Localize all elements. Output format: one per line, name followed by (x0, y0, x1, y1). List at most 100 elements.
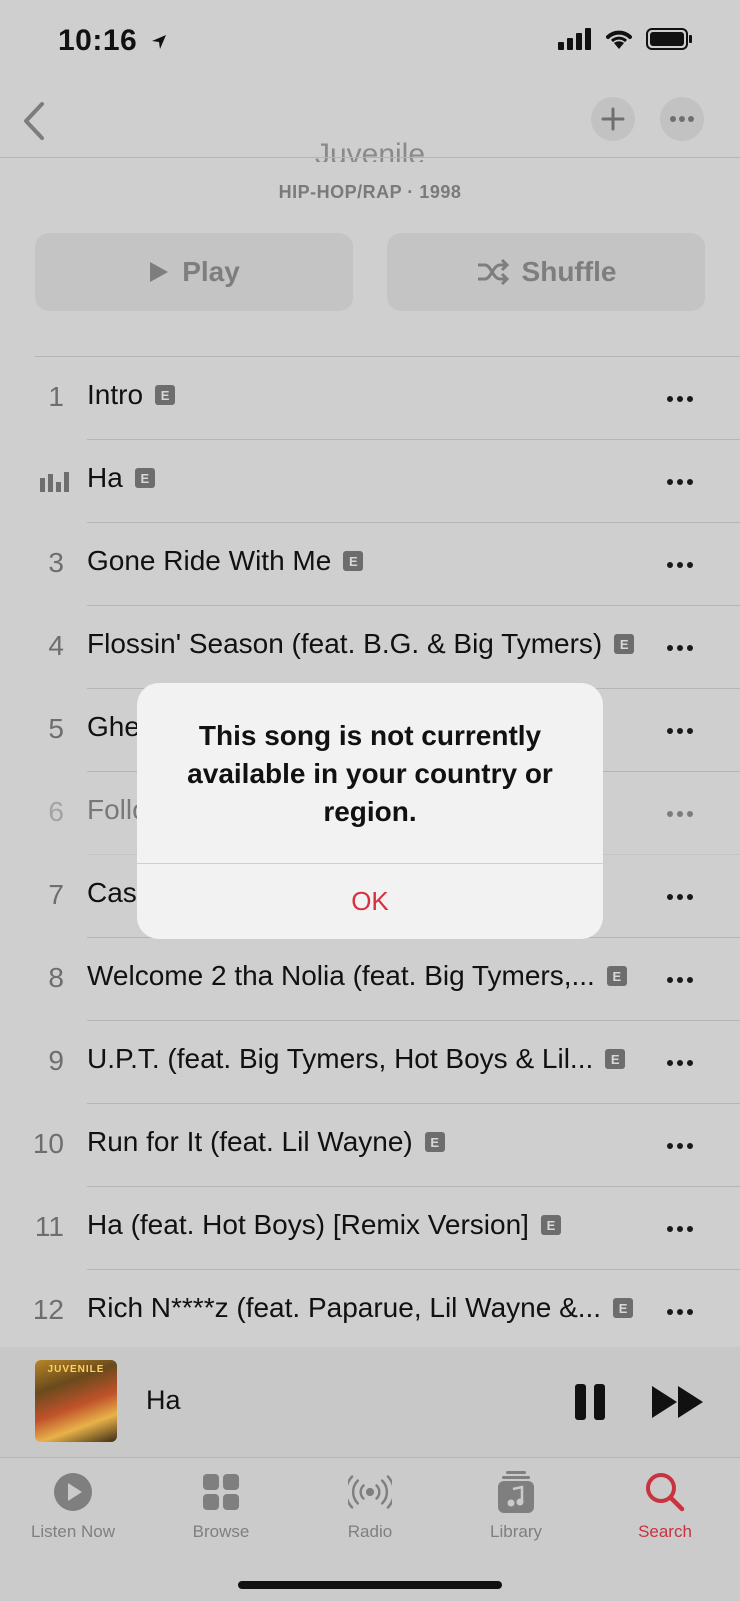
ellipsis-dot (677, 811, 683, 817)
ellipsis-dot (667, 645, 673, 651)
track-more-button[interactable] (664, 385, 696, 413)
explicit-badge: E (614, 634, 635, 654)
now-playing-title: Ha (146, 1385, 181, 1415)
track-more-button[interactable] (664, 966, 696, 994)
tab-listen-now[interactable]: Listen Now (3, 1470, 143, 1542)
track-title: Ghe (87, 711, 140, 742)
track-row[interactable]: 10 Run for It (feat. Lil Wayne) E (0, 1104, 740, 1187)
track-title: Run for It (feat. Lil Wayne) (87, 1126, 413, 1157)
tab-search[interactable]: Search (595, 1470, 735, 1542)
shuffle-label: Shuffle (521, 256, 617, 287)
track-more-button[interactable] (664, 883, 696, 911)
signal-icon (558, 28, 591, 50)
track-title: Intro (87, 379, 144, 410)
battery-icon (646, 28, 692, 50)
track-row[interactable]: 9 U.P.T. (feat. Big Tymers, Hot Boys & Li… (0, 1021, 740, 1104)
track-row[interactable]: 12 Rich N****z (feat. Paparue, Lil Wayne … (0, 1270, 740, 1353)
ellipsis-dot (667, 1226, 673, 1232)
track-more-button[interactable] (664, 1132, 696, 1160)
track-number: 5 (48, 713, 64, 744)
ellipsis-dot (677, 396, 683, 402)
ellipsis-dot (667, 479, 673, 485)
explicit-badge: E (613, 1298, 634, 1318)
track-title-group: Ha E (87, 462, 656, 494)
play-button[interactable]: Play (35, 233, 353, 311)
ellipsis-dot (687, 894, 693, 900)
more-options-button[interactable] (660, 97, 704, 141)
track-title-group: Run for It (feat. Lil Wayne) E (87, 1126, 656, 1158)
grid-icon (203, 1474, 239, 1510)
library-icon (498, 1471, 534, 1513)
ellipsis-dot (687, 396, 693, 402)
track-row[interactable]: 4 Flossin' Season (feat. B.G. & Big Tymer… (0, 606, 740, 689)
album-art-text: JUVENILE (47, 1364, 105, 1375)
status-time-text: 10:16 (58, 24, 138, 57)
track-more-button[interactable] (664, 634, 696, 662)
ellipsis-dot (687, 1060, 693, 1066)
track-row[interactable]: 11 Ha (feat. Hot Boys) [Remix Version] E (0, 1187, 740, 1270)
tab-radio[interactable]: Radio (300, 1470, 440, 1542)
ellipsis-dot (677, 1309, 683, 1315)
mini-player[interactable]: JUVENILE Ha (0, 1347, 740, 1457)
ellipsis-dot (667, 811, 673, 817)
ellipsis-dot (667, 562, 673, 568)
ellipsis-icon (670, 116, 694, 122)
track-more-button[interactable] (664, 717, 696, 745)
track-row[interactable]: 8 Welcome 2 tha Nolia (feat. Big Tymers,.… (0, 938, 740, 1021)
explicit-badge: E (134, 468, 155, 488)
track-title: Rich N****z (feat. Paparue, Lil Wayne &.… (87, 1292, 602, 1323)
shuffle-button[interactable]: Shuffle (387, 233, 705, 311)
track-more-button[interactable] (664, 1298, 696, 1326)
track-number: 1 (48, 381, 64, 412)
ellipsis-dot (677, 645, 683, 651)
track-title: Ha (87, 462, 123, 493)
explicit-badge: E (605, 1049, 626, 1069)
track-more-button[interactable] (664, 551, 696, 579)
album-art-thumbnail[interactable]: JUVENILE (35, 1360, 117, 1442)
explicit-badge: E (155, 385, 176, 405)
track-more-button[interactable] (664, 1215, 696, 1243)
pause-bar-right (594, 1384, 605, 1420)
ellipsis-dot (667, 1060, 673, 1066)
tab-library[interactable]: Library (446, 1470, 586, 1542)
ellipsis-dot (687, 1226, 693, 1232)
fast-forward-icon[interactable] (650, 1384, 706, 1420)
track-row[interactable]: 1 Intro E (0, 357, 740, 440)
alert-message: This song is not currently available in … (187, 720, 553, 827)
track-more-button[interactable] (664, 1049, 696, 1077)
ellipsis-dot (687, 1309, 693, 1315)
tab-browse[interactable]: Browse (151, 1470, 291, 1542)
ellipsis-dot (677, 562, 683, 568)
tab-label-search: Search (638, 1522, 692, 1541)
ellipsis-dot (667, 396, 673, 402)
ellipsis-dot (667, 728, 673, 734)
unavailable-alert: This song is not currently available in … (137, 683, 603, 939)
pause-button[interactable] (575, 1384, 607, 1420)
ellipsis-dot (677, 1226, 683, 1232)
alert-ok-button[interactable]: OK (137, 864, 603, 939)
track-title-group: Welcome 2 tha Nolia (feat. Big Tymers,..… (87, 960, 656, 992)
track-row[interactable]: Ha E (0, 440, 740, 523)
explicit-badge: E (540, 1215, 561, 1235)
track-title: Welcome 2 tha Nolia (feat. Big Tymers,..… (87, 960, 595, 991)
add-button[interactable] (591, 97, 635, 141)
track-number: 8 (48, 962, 64, 993)
ellipsis-dot (687, 1143, 693, 1149)
track-title-group: Ha (feat. Hot Boys) [Remix Version] E (87, 1209, 656, 1241)
track-row[interactable]: 3 Gone Ride With Me E (0, 523, 740, 606)
track-title-group: Flossin' Season (feat. B.G. & Big Tymers… (87, 628, 656, 660)
tab-label-library: Library (490, 1522, 542, 1541)
track-more-button[interactable] (664, 468, 696, 496)
wifi-icon (606, 30, 632, 49)
ellipsis-dot (677, 1143, 683, 1149)
pause-bar-left (575, 1384, 586, 1420)
track-more-button[interactable] (664, 800, 696, 828)
track-number: 9 (48, 1045, 64, 1076)
explicit-badge: E (343, 551, 364, 571)
status-indicators (558, 28, 694, 50)
album-genre-year: HIP-HOP/RAP · 1998 (278, 182, 462, 202)
track-title-group: U.P.T. (feat. Big Tymers, Hot Boys & Lil… (87, 1043, 656, 1075)
track-number: 7 (48, 879, 64, 910)
explicit-badge: E (606, 966, 627, 986)
track-title: Cas (87, 877, 137, 908)
